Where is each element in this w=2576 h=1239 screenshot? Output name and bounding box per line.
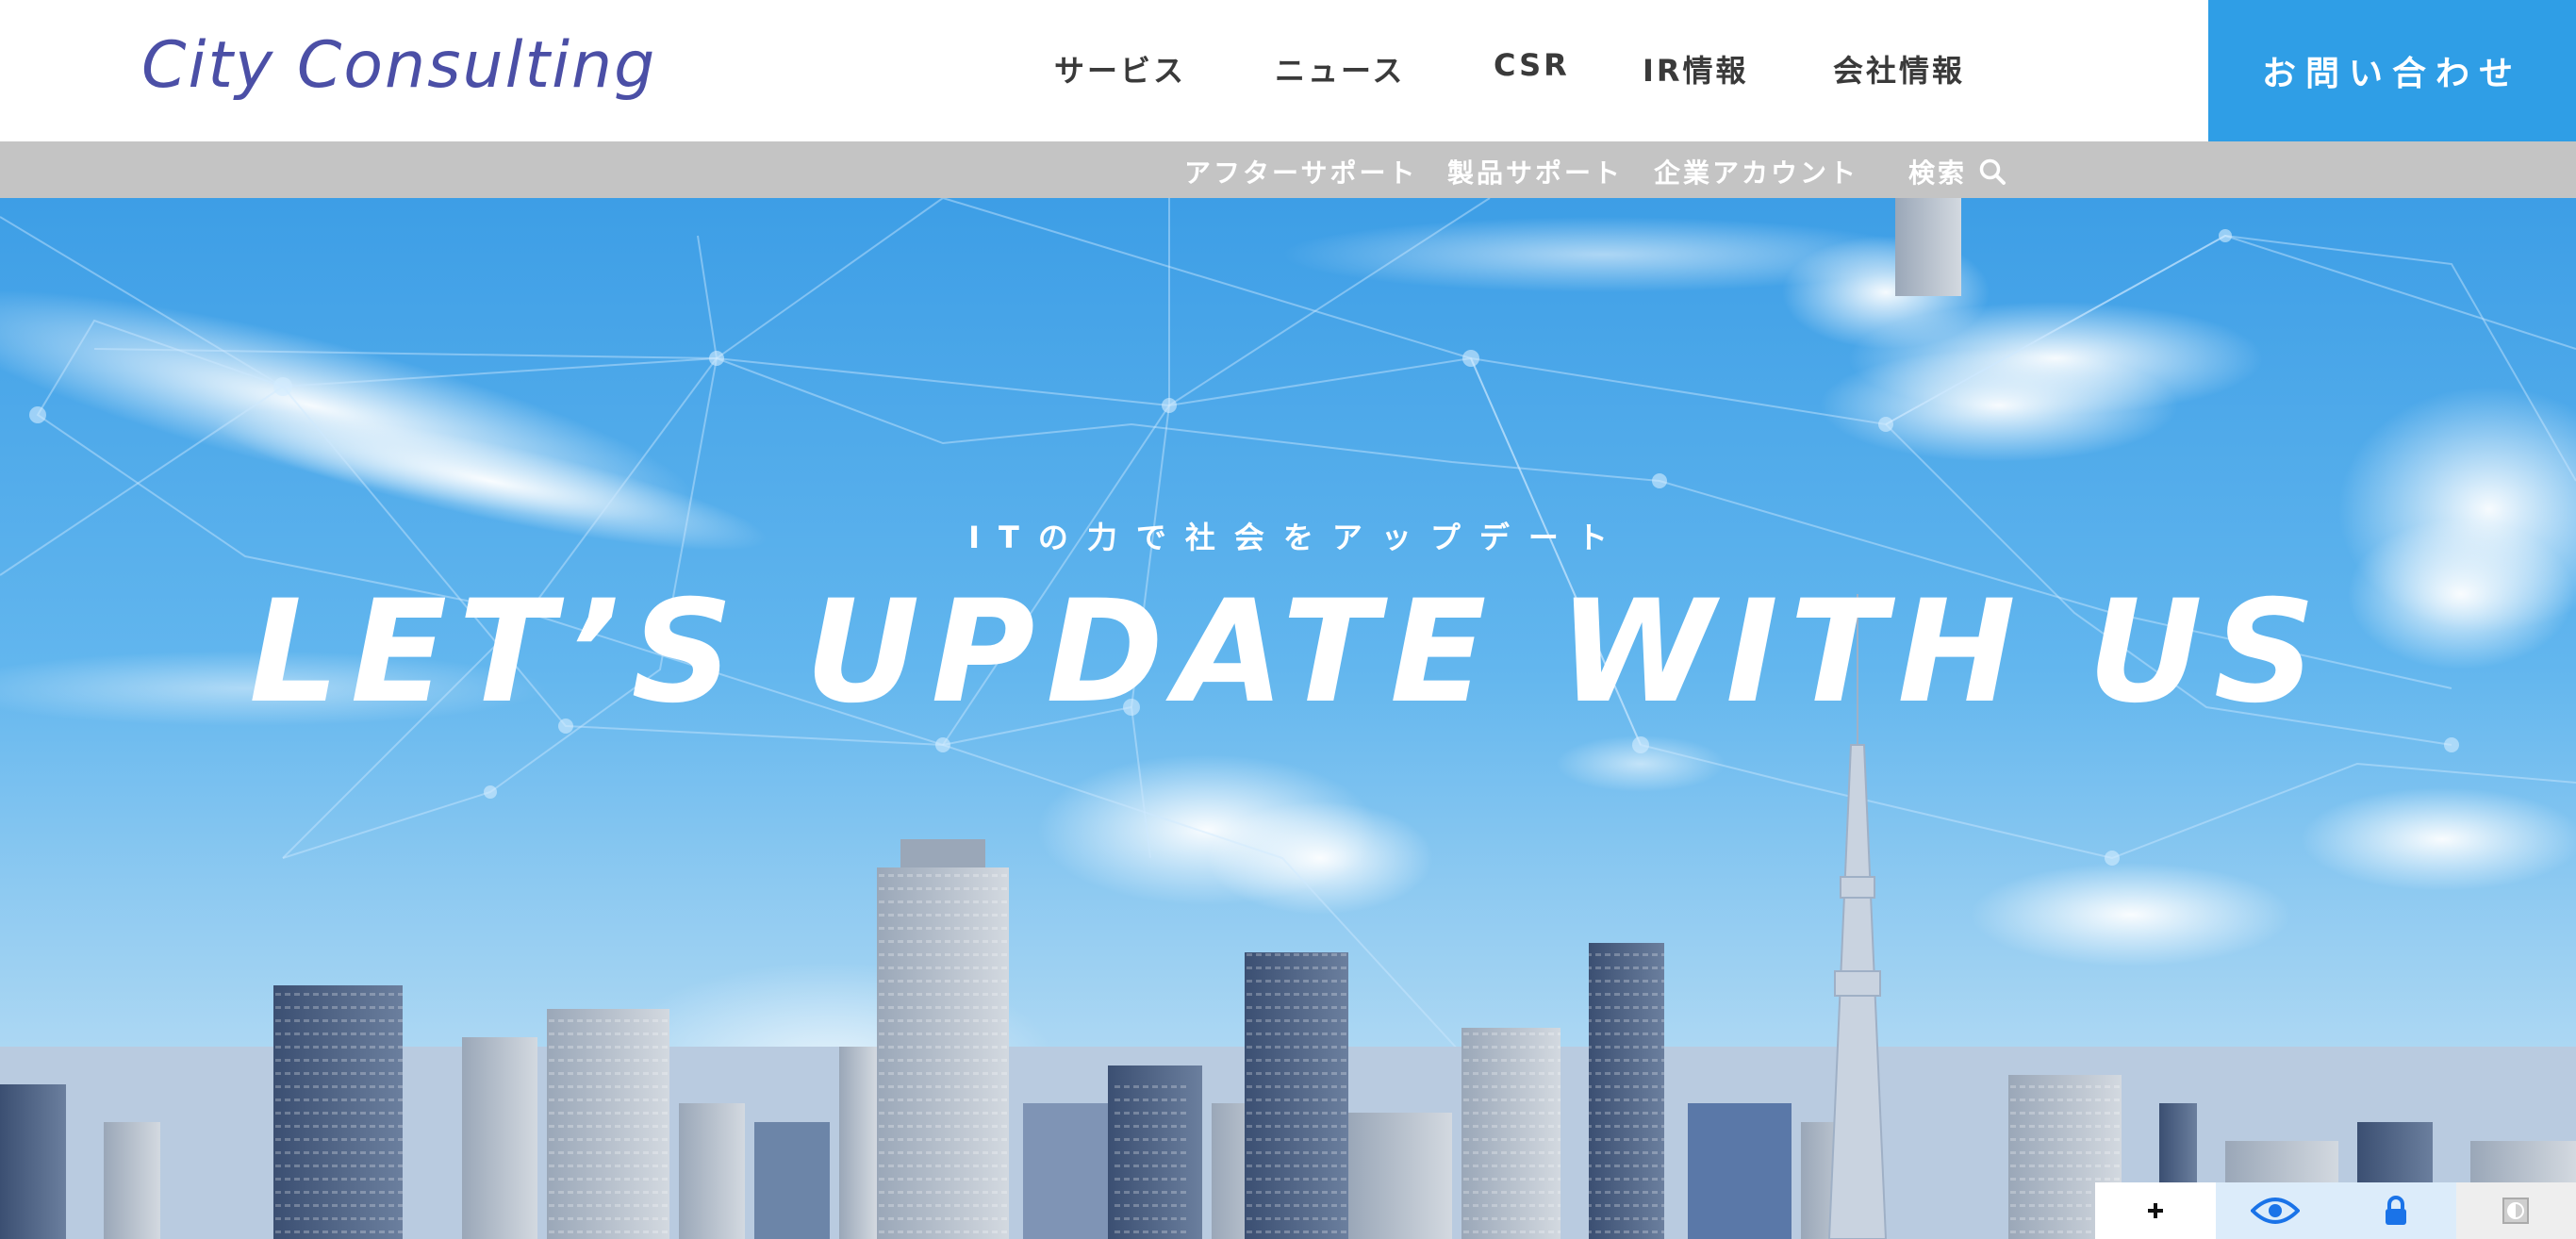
nav-item-ir[interactable]: IR情報 xyxy=(1643,47,1749,91)
contact-button[interactable]: お問い合わせ xyxy=(2208,0,2576,141)
search-link[interactable]: 検索 xyxy=(1908,153,2006,190)
plus-icon xyxy=(2147,1203,2163,1218)
nav-item-csr[interactable]: CSR xyxy=(1494,47,1570,83)
site-header: City Consulting サービス ニュース CSR IR情報 会社情報 … xyxy=(0,0,2576,141)
contrast-button[interactable] xyxy=(2455,1182,2576,1239)
search-label: 検索 xyxy=(1908,157,1968,189)
subnav-item-corporate-account[interactable]: 企業アカウント xyxy=(1654,153,1858,190)
hero-headline: LET’S UPDATE WITH US xyxy=(249,570,2327,735)
nav-item-services[interactable]: サービス xyxy=(1054,47,1186,91)
subnav-item-after-support[interactable]: アフターサポート xyxy=(1184,153,1417,190)
hero-tagline: ITの力で社会をアップデート xyxy=(968,520,1627,555)
sub-nav: アフターサポート 製品サポート 企業アカウント 検索 xyxy=(0,141,2576,198)
eye-icon xyxy=(2251,1198,2301,1224)
lock-icon xyxy=(2385,1196,2406,1225)
search-icon xyxy=(1979,158,2006,185)
subnav-item-product-support[interactable]: 製品サポート xyxy=(1447,153,1623,190)
hero: ITの力で社会をアップデート LET’S UPDATE WITH US xyxy=(0,198,2576,1239)
visibility-button[interactable] xyxy=(2215,1182,2336,1239)
global-nav: サービス ニュース CSR IR情報 会社情報 xyxy=(0,47,2208,94)
nav-item-company[interactable]: 会社情報 xyxy=(1833,47,1965,91)
nav-item-news[interactable]: ニュース xyxy=(1275,47,1405,91)
contrast-icon xyxy=(2502,1198,2530,1224)
font-size-button[interactable] xyxy=(2095,1182,2216,1239)
lock-button[interactable] xyxy=(2336,1182,2456,1239)
accessibility-toolbar xyxy=(2095,1182,2576,1239)
